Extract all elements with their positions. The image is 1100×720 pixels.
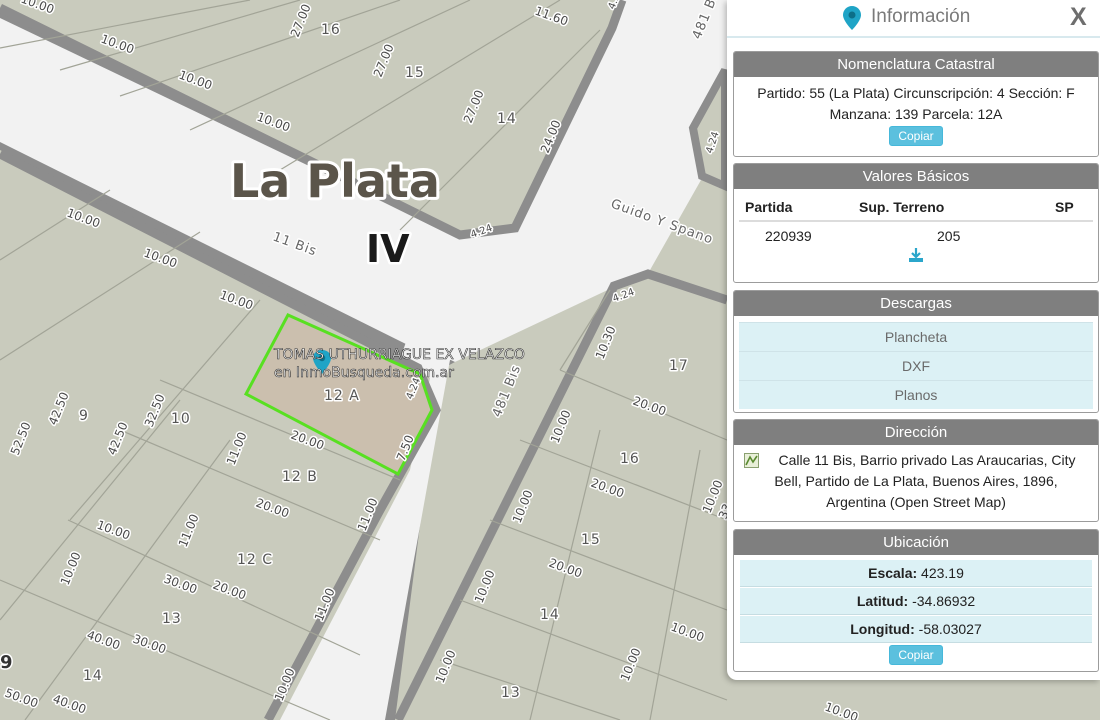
partida-value: 220939 bbox=[765, 228, 812, 244]
lot-label: 16 bbox=[620, 451, 640, 467]
direccion-section: Dirección Calle 11 Bis, Barrio privado L… bbox=[733, 419, 1099, 522]
lot-label: 12 A bbox=[324, 388, 360, 404]
lot-label: 14 bbox=[540, 607, 560, 623]
nomenclatura-line2: Manzana: 139 Parcela: 12A bbox=[829, 106, 1003, 122]
longitud-label: Longitud: bbox=[850, 621, 915, 637]
copy-location-button[interactable]: Copiar bbox=[889, 645, 943, 665]
lot-label: 17 bbox=[669, 358, 689, 374]
lot-label: 15 bbox=[405, 65, 425, 81]
lot-label: 12 C bbox=[237, 552, 273, 568]
table-row: 220939 205 bbox=[739, 221, 1093, 244]
address-line2: Bell, Partido de La Plata, Buenos Aires,… bbox=[774, 473, 1058, 489]
valores-table: Partida Sup. Terreno SP 220939 205 bbox=[739, 193, 1093, 244]
escala-row: Escala: 423.19 bbox=[740, 560, 1092, 587]
longitud-value: -58.03027 bbox=[918, 621, 982, 637]
direccion-header: Dirección bbox=[734, 420, 1098, 445]
section-label: IV bbox=[366, 227, 410, 271]
close-button[interactable]: X bbox=[1070, 3, 1087, 32]
download-plancheta-link[interactable]: Plancheta bbox=[739, 322, 1093, 351]
lot-label: 14 bbox=[497, 111, 517, 127]
column-header-sup-terreno: Sup. Terreno bbox=[851, 193, 1049, 222]
column-header-partida: Partida bbox=[739, 193, 851, 222]
panel-header: Información X bbox=[727, 0, 1100, 38]
download-dxf-link[interactable]: DXF bbox=[739, 351, 1093, 380]
panel-title: Información bbox=[871, 6, 971, 27]
lot-label: 10 bbox=[171, 411, 191, 427]
map-icon bbox=[744, 453, 759, 474]
descargas-section: Descargas Plancheta DXF Planos bbox=[733, 290, 1099, 413]
lot-label: 16 bbox=[321, 22, 341, 38]
latitud-row: Latitud: -34.86932 bbox=[740, 588, 1092, 615]
sup-terreno-value: 205 bbox=[937, 228, 961, 244]
locality-label: La Plata bbox=[230, 154, 440, 208]
latitud-value: -34.86932 bbox=[912, 593, 976, 609]
lot-label: 15 bbox=[581, 532, 601, 548]
escala-value: 423.19 bbox=[921, 565, 964, 581]
lot-label: 14 bbox=[83, 668, 103, 684]
location-pin-icon bbox=[842, 5, 862, 36]
descargas-header: Descargas bbox=[734, 291, 1098, 316]
lot-label: 13 bbox=[501, 685, 521, 701]
owner-source-label: en InmoBusqueda.com.ar bbox=[274, 365, 454, 381]
column-header-sp: SP bbox=[1049, 193, 1093, 222]
download-planos-link[interactable]: Planos bbox=[739, 380, 1093, 409]
nomenclatura-header: Nomenclatura Catastral bbox=[734, 52, 1098, 77]
lot-label: 13 bbox=[162, 611, 182, 627]
escala-label: Escala: bbox=[868, 565, 918, 581]
copy-nomenclatura-button[interactable]: Copiar bbox=[889, 126, 943, 146]
valores-header: Valores Básicos bbox=[734, 164, 1098, 189]
owner-name-label: TOMAS UTHURRIAGUE EX VELAZCO bbox=[273, 347, 525, 363]
nomenclatura-section: Nomenclatura Catastral Partido: 55 (La P… bbox=[733, 51, 1099, 157]
longitud-row: Longitud: -58.03027 bbox=[740, 616, 1092, 643]
latitud-label: Latitud: bbox=[856, 593, 909, 609]
ubicacion-header: Ubicación bbox=[734, 530, 1098, 555]
nomenclatura-line1: Partido: 55 (La Plata) Circunscripción: … bbox=[757, 85, 1075, 101]
info-panel: Información X Nomenclatura Catastral Par… bbox=[727, 0, 1100, 680]
valores-section: Valores Básicos Partida Sup. Terreno SP … bbox=[733, 163, 1099, 283]
sp-value bbox=[1049, 221, 1093, 244]
lot-label: 9 bbox=[79, 408, 89, 424]
lot-label: 9 bbox=[0, 652, 13, 673]
address-line3: Argentina (Open Street Map) bbox=[826, 494, 1006, 510]
download-icon[interactable] bbox=[908, 247, 924, 268]
address-line1: Calle 11 Bis, Barrio privado Las Araucar… bbox=[778, 452, 1076, 468]
ubicacion-section: Ubicación Escala: 423.19 Latitud: -34.86… bbox=[733, 529, 1099, 672]
lot-label: 12 B bbox=[282, 469, 318, 485]
